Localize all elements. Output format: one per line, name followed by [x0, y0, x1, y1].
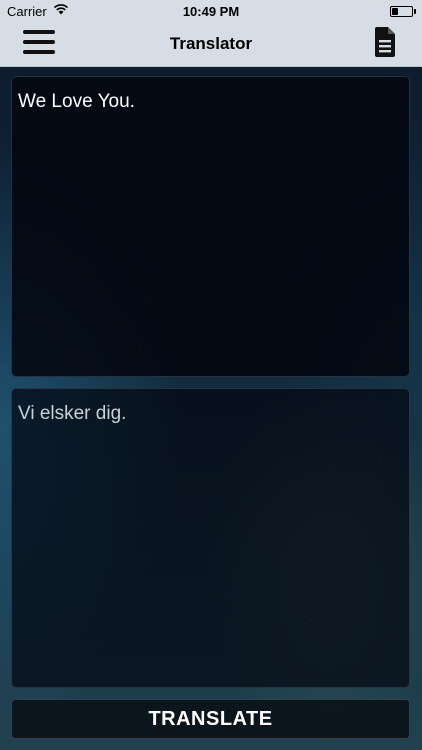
navigation-bar: Translator — [0, 22, 422, 66]
app-screen: Carrier 10:49 PM Translator We Love You.… — [0, 0, 422, 750]
translate-button-label: TRANSLATE — [148, 707, 273, 730]
source-text: We Love You. — [18, 91, 135, 112]
page-title: Translator — [169, 34, 253, 53]
translation-output[interactable]: Vi elsker dig. — [11, 388, 410, 688]
source-text-input[interactable]: We Love You. — [11, 76, 410, 377]
status-bar: Carrier 10:49 PM — [0, 0, 422, 22]
translate-button[interactable]: TRANSLATE — [11, 699, 410, 739]
document-icon[interactable] — [373, 27, 397, 57]
top-bar: Carrier 10:49 PM Translator — [0, 0, 422, 67]
translated-text: Vi elsker dig. — [18, 403, 127, 424]
status-time: 10:49 PM — [182, 4, 240, 19]
battery-icon — [390, 6, 416, 17]
